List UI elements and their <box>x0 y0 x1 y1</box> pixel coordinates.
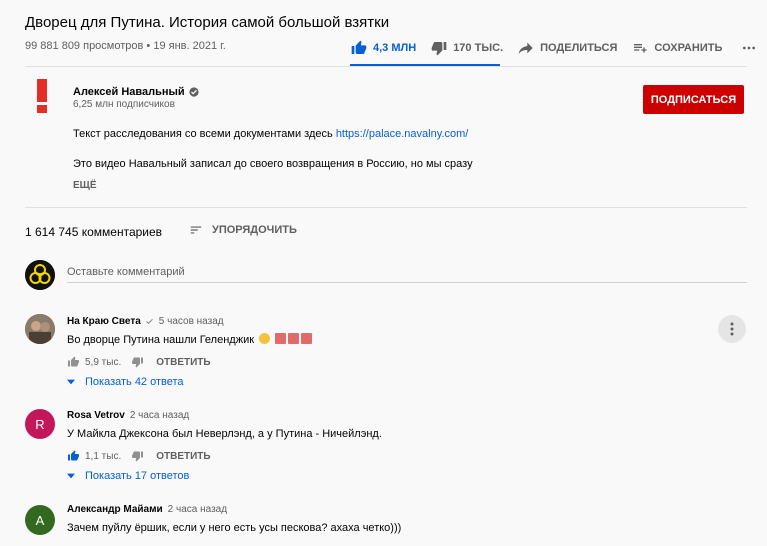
avatar <box>25 260 55 290</box>
more-horizontal-icon <box>743 46 756 50</box>
comment-text: Зачем пуйлу ёршик, если у него есть усы … <box>67 522 402 534</box>
reply-button[interactable]: ОТВЕТИТЬ <box>156 451 210 462</box>
share-icon <box>518 42 533 54</box>
thumbs-down-icon[interactable] <box>131 450 144 462</box>
castle-emoji-icon <box>288 333 300 344</box>
comment-time[interactable]: 2 часа назад <box>168 504 227 515</box>
dislike-button[interactable]: 170 ТЫС. <box>430 40 503 56</box>
comment-author[interactable]: Rosa Vetrov <box>67 410 125 421</box>
comment-time[interactable]: 2 часа назад <box>130 410 189 421</box>
chevron-down-icon <box>67 379 75 385</box>
comment-header: На Краю Света 5 часов назад <box>67 316 224 327</box>
exclamation-logo-icon <box>37 79 47 113</box>
save-label: СОХРАНИТЬ <box>654 42 723 54</box>
thumbs-down-icon[interactable] <box>131 356 144 368</box>
comment-toolbar: 1,1 тыс. ОТВЕТИТЬ <box>67 450 211 462</box>
comment-like-count: 5,9 тыс. <box>85 356 122 368</box>
sort-icon <box>190 226 202 234</box>
thumbs-up-icon <box>351 40 367 54</box>
share-label: ПОДЕЛИТЬСЯ <box>540 42 618 54</box>
video-meta: 99 881 809 просмотров • 19 янв. 2021 г. <box>25 40 226 52</box>
avatar[interactable] <box>25 314 55 344</box>
sort-label: УПОРЯДОЧИТЬ <box>212 224 297 236</box>
more-actions-button[interactable] <box>740 40 763 56</box>
thumbs-down-icon <box>431 42 447 56</box>
add-comment-input[interactable] <box>67 261 747 283</box>
comment-count: 1 614 745 комментариев <box>25 225 163 239</box>
channel-logo[interactable] <box>25 78 59 114</box>
comment-author[interactable]: Александр Майами <box>67 504 163 515</box>
view-count: 99 881 809 просмотров <box>25 40 144 52</box>
subscribe-button[interactable]: ПОДПИСАТЬСЯ <box>643 85 744 114</box>
verified-check-icon <box>145 318 153 325</box>
playlist-add-icon <box>634 44 648 53</box>
avatar-letter: R <box>35 416 45 432</box>
save-button[interactable]: СОХРАНИТЬ <box>631 40 722 56</box>
comment-header: Rosa Vetrov 2 часа назад <box>67 410 189 421</box>
comment-toolbar: 5,9 тыс. ОТВЕТИТЬ <box>67 356 211 368</box>
show-more-button[interactable]: ЕЩЁ <box>73 180 97 191</box>
description-text: Текст расследования со всеми документами… <box>73 128 336 140</box>
share-button[interactable]: ПОДЕЛИТЬСЯ <box>517 40 617 56</box>
comment-like-count: 1,1 тыс. <box>85 450 122 462</box>
upload-date: • 19 янв. 2021 г. <box>146 40 226 52</box>
castle-emoji-icon <box>301 333 313 344</box>
show-replies-label: Показать 42 ответа <box>85 376 184 388</box>
divider <box>25 66 747 67</box>
comment-time[interactable]: 5 часов назад <box>159 316 224 327</box>
avatar[interactable]: R <box>25 409 55 439</box>
sort-button[interactable]: УПОРЯДОЧИТЬ <box>188 223 297 237</box>
like-count: 4,3 МЛН <box>373 42 417 54</box>
like-button[interactable]: 4,3 МЛН <box>350 40 416 56</box>
grin-emoji-icon <box>259 333 271 344</box>
avatar[interactable]: A <box>25 505 55 535</box>
subscriber-count: 6,25 млн подписчиков <box>73 99 175 110</box>
comment-text: Во дворце Путина нашли Геленджик <box>67 333 313 346</box>
chevron-down-icon <box>67 473 75 479</box>
more-vertical-icon <box>730 322 734 336</box>
comment-header: Александр Майами 2 часа назад <box>67 504 227 515</box>
divider <box>25 207 747 208</box>
avatar-letter: A <box>35 512 45 528</box>
show-replies-button[interactable]: Показать 17 ответов <box>67 470 189 482</box>
dislike-count: 170 ТЫС. <box>453 42 504 54</box>
comment-text: У Майкла Джексона был Неверлэнд, а у Пут… <box>67 428 382 440</box>
thumbs-up-icon[interactable] <box>67 356 80 368</box>
description-line: Текст расследования со всеми документами… <box>73 128 468 140</box>
description-link[interactable]: https://palace.navalny.com/ <box>336 128 468 140</box>
video-title: Дворец для Путина. История самой большой… <box>25 14 390 31</box>
biohazard-icon <box>25 260 55 290</box>
channel-name: Алексей Навальный <box>73 86 185 98</box>
photo-avatar-icon <box>25 314 55 344</box>
channel-name-row[interactable]: Алексей Навальный <box>73 86 199 98</box>
comment-text-body: Во дворце Путина нашли Геленджик <box>67 334 255 346</box>
show-replies-label: Показать 17 ответов <box>85 470 190 482</box>
thumbs-up-icon[interactable] <box>67 450 80 462</box>
reply-button[interactable]: ОТВЕТИТЬ <box>156 357 210 368</box>
comment-menu-button[interactable] <box>718 315 746 343</box>
description-line-2: Это видео Навальный записал до своего во… <box>73 158 473 170</box>
video-actions: 4,3 МЛН 170 ТЫС. ПОДЕЛИТЬСЯ СОХРАНИТЬ <box>350 30 767 66</box>
show-replies-button[interactable]: Показать 42 ответа <box>67 376 184 388</box>
comment-author[interactable]: На Краю Света <box>67 316 141 327</box>
verified-check-icon <box>189 87 199 97</box>
castle-emoji-icon <box>275 333 287 344</box>
